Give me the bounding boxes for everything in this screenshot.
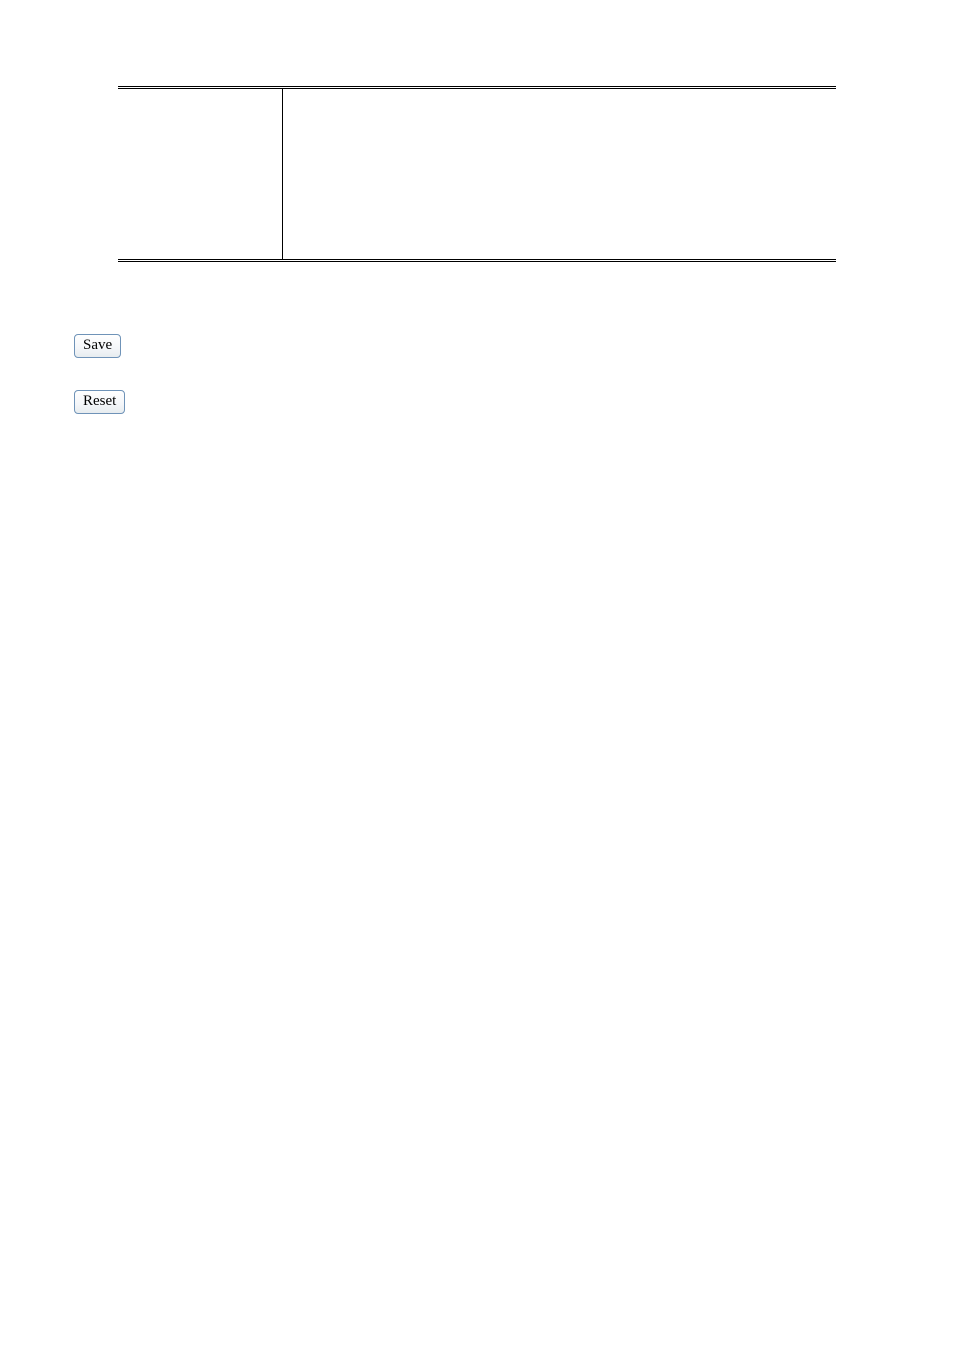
- save-button[interactable]: Save: [74, 334, 121, 358]
- table-cell-right: [282, 88, 836, 261]
- form-table: [118, 86, 836, 262]
- table-cell-left: [118, 88, 282, 261]
- reset-button[interactable]: Reset: [74, 390, 125, 414]
- table-row: [118, 88, 836, 261]
